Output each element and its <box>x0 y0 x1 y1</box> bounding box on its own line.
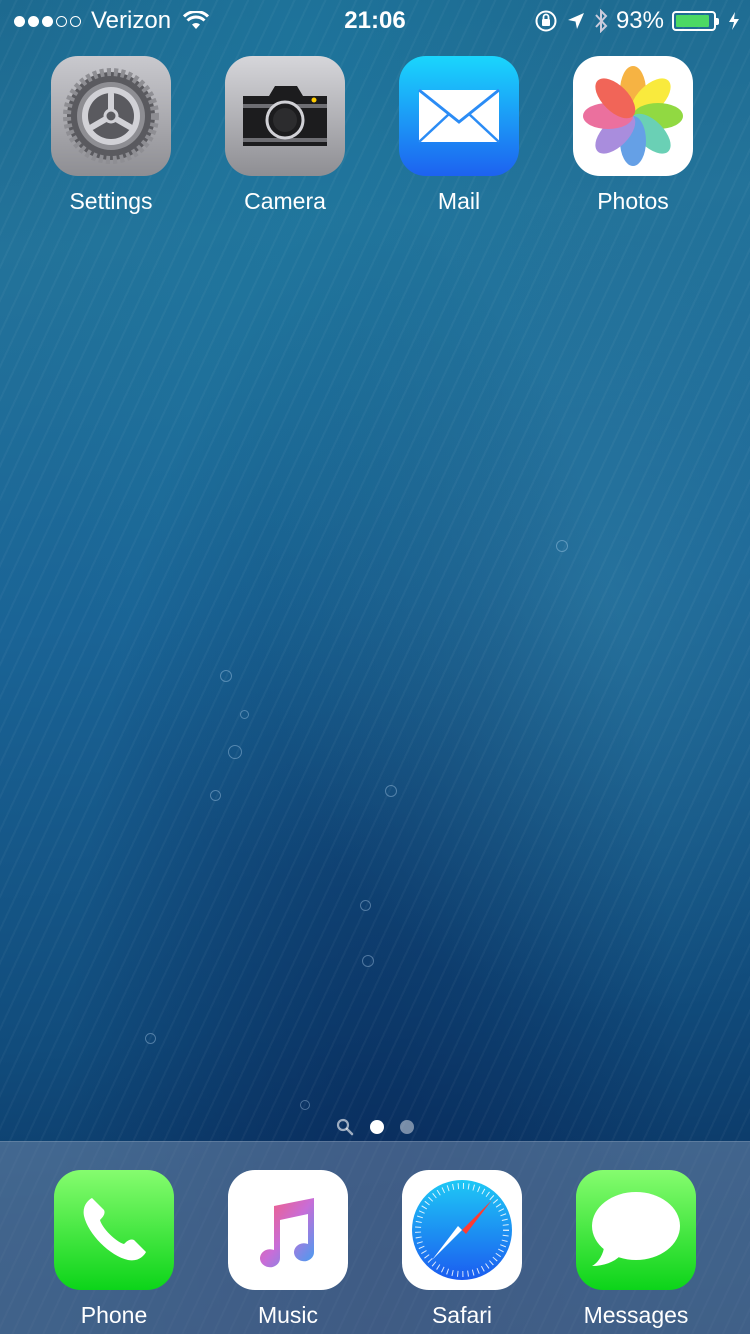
app-label: Camera <box>244 188 326 214</box>
compass-icon[interactable] <box>402 1170 522 1290</box>
flower-icon[interactable] <box>573 56 693 176</box>
app-label: Music <box>257 1302 319 1328</box>
app-label: Photos <box>597 188 669 214</box>
wallpaper-bubble <box>385 785 397 797</box>
page-indicator[interactable] <box>0 1118 750 1136</box>
battery-icon <box>672 11 719 31</box>
wallpaper-bubble <box>220 670 232 682</box>
charging-icon <box>729 12 739 30</box>
wallpaper-bubble <box>362 955 374 967</box>
search-icon[interactable] <box>336 1118 354 1136</box>
wallpaper-bubble <box>145 1033 156 1044</box>
wallpaper-bubble <box>360 900 371 911</box>
status-bar: Verizon 21:06 93% <box>0 0 750 40</box>
phone-handset-icon[interactable] <box>54 1170 174 1290</box>
app-music[interactable]: Music <box>201 1170 375 1329</box>
wallpaper-bubble <box>210 790 221 801</box>
wallpaper-bubble <box>240 710 249 719</box>
wallpaper-bubble <box>300 1100 310 1110</box>
dock: Phone Music Safari Messages <box>0 1141 750 1334</box>
app-settings[interactable]: Settings <box>24 56 198 215</box>
app-label: Messages <box>583 1302 689 1328</box>
page-dot-active[interactable] <box>370 1120 384 1134</box>
app-camera[interactable]: Camera <box>198 56 372 215</box>
app-label: Safari <box>431 1302 493 1328</box>
music-note-icon[interactable] <box>228 1170 348 1290</box>
app-mail[interactable]: Mail <box>372 56 546 215</box>
app-label: Mail <box>437 188 481 214</box>
gear-icon[interactable] <box>51 56 171 176</box>
orientation-lock-icon <box>535 10 557 32</box>
app-photos[interactable]: Photos <box>546 56 720 215</box>
app-phone[interactable]: Phone <box>27 1170 201 1329</box>
app-label: Settings <box>69 188 153 214</box>
battery-percent: 93% <box>615 7 664 34</box>
home-screen: Verizon 21:06 93% Settings Camera Mail P… <box>0 0 750 1334</box>
app-messages[interactable]: Messages <box>549 1170 723 1329</box>
location-icon <box>567 13 584 29</box>
battery-fill <box>676 15 710 27</box>
envelope-icon[interactable] <box>399 56 519 176</box>
status-right: 93% <box>534 7 740 35</box>
wallpaper-bubble <box>556 540 568 552</box>
bluetooth-icon <box>595 9 608 33</box>
wallpaper-bubble <box>228 745 242 759</box>
speech-bubble-icon[interactable] <box>576 1170 696 1290</box>
camera-icon[interactable] <box>225 56 345 176</box>
page-dot[interactable] <box>400 1120 414 1134</box>
app-safari[interactable]: Safari <box>375 1170 549 1329</box>
app-label: Phone <box>80 1302 148 1328</box>
